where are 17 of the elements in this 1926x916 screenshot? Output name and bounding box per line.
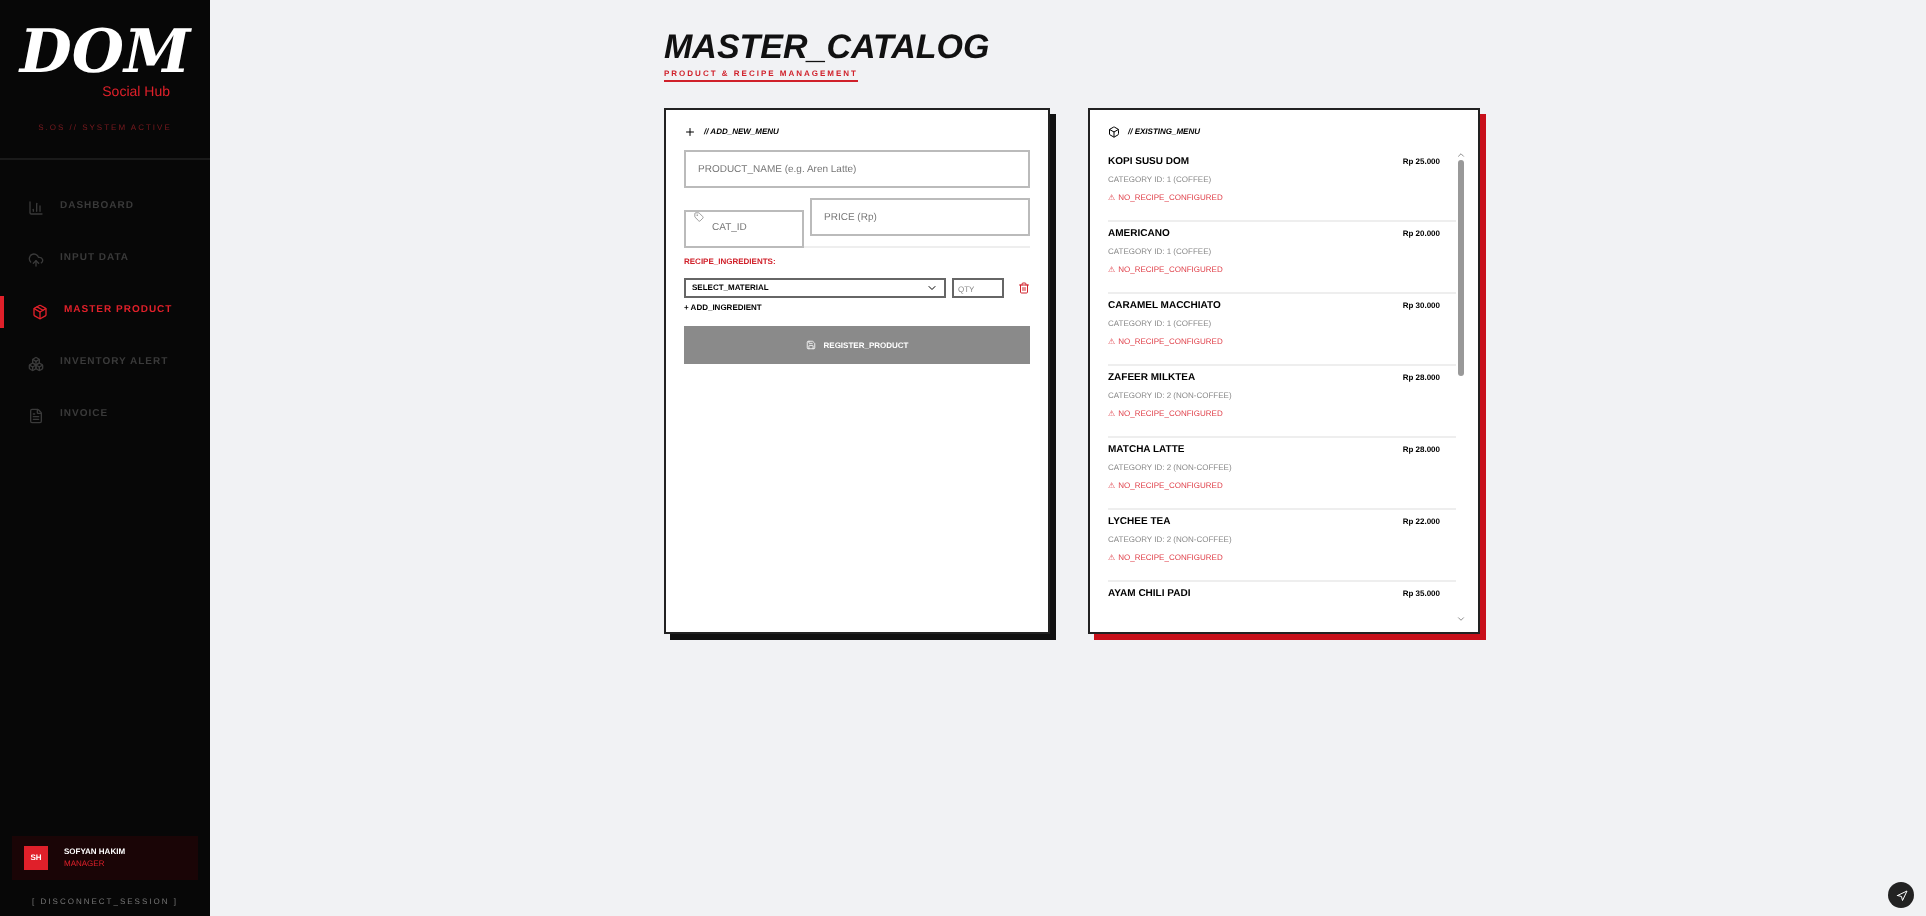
scroll-up-icon[interactable] [1456, 150, 1466, 160]
cloud-icon [28, 251, 44, 267]
trash-icon[interactable] [1018, 282, 1030, 294]
chevron-down-icon [926, 282, 938, 294]
box-icon [1108, 126, 1120, 138]
page-title: MASTER_CATALOG [664, 28, 992, 68]
navigation-button[interactable] [1888, 882, 1914, 908]
scroll-down-icon[interactable] [1456, 614, 1466, 624]
logo: DOM [19, 24, 191, 84]
boxes-icon [28, 355, 44, 371]
navigation-icon [1895, 889, 1907, 901]
box-icon [32, 303, 48, 319]
plus-icon [684, 126, 696, 138]
document-icon [28, 407, 44, 423]
tag-icon [694, 212, 704, 222]
save-icon [805, 340, 816, 350]
chart-icon [28, 199, 44, 215]
